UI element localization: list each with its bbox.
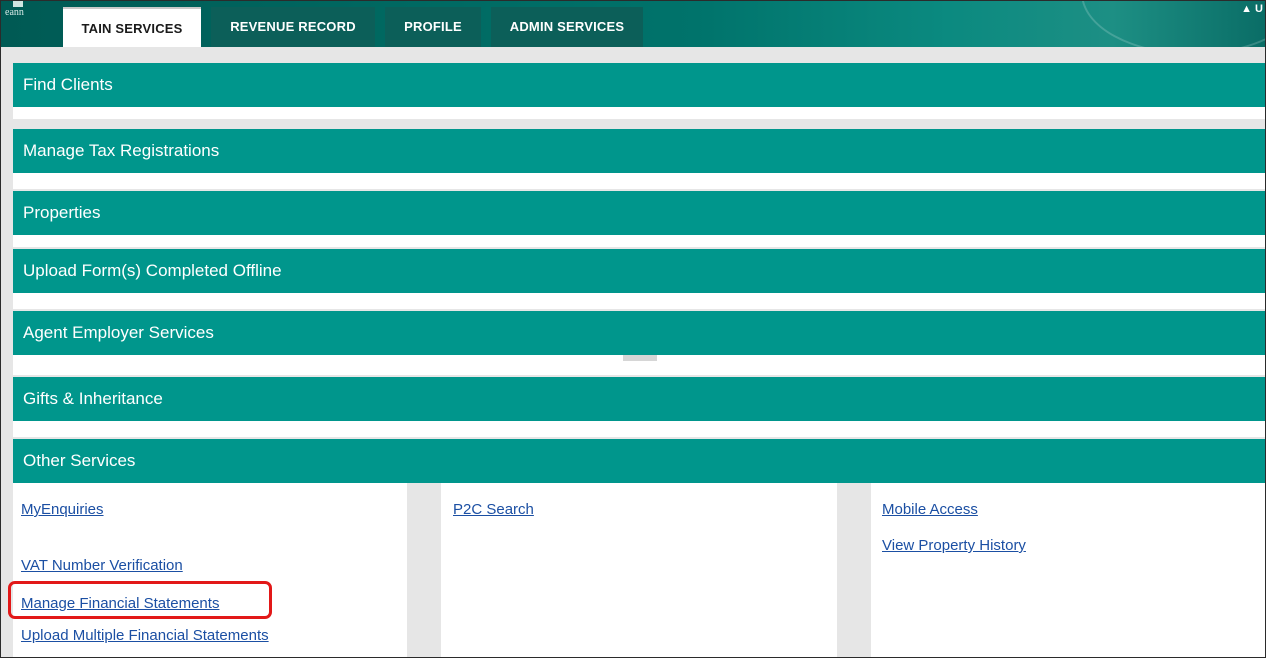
tab-revenue-record[interactable]: REVENUE RECORD bbox=[211, 7, 375, 47]
section-upload-forms-offline[interactable]: Upload Form(s) Completed Offline bbox=[13, 249, 1265, 293]
link-vat-number-verification[interactable]: VAT Number Verification bbox=[21, 557, 183, 574]
link-mobile-access[interactable]: Mobile Access bbox=[882, 501, 978, 518]
section-other-services[interactable]: Other Services bbox=[13, 439, 1265, 483]
section-body bbox=[13, 293, 1265, 309]
services-panel: Find Clients Manage Tax Registrations Pr… bbox=[1, 47, 1265, 657]
tab-profile[interactable]: PROFILE bbox=[385, 7, 481, 47]
user-icon[interactable]: ▲ U bbox=[1241, 3, 1263, 15]
scroll-indicator bbox=[623, 355, 657, 361]
section-properties[interactable]: Properties bbox=[13, 191, 1265, 235]
link-upload-multiple-financial-statements[interactable]: Upload Multiple Financial Statements bbox=[21, 627, 269, 644]
section-gifts-inheritance[interactable]: Gifts & Inheritance bbox=[13, 377, 1265, 421]
top-navigation-bar: eann TAIN SERVICES REVENUE RECORD PROFIL… bbox=[1, 1, 1265, 47]
section-body bbox=[13, 421, 1265, 437]
tab-tain-services[interactable]: TAIN SERVICES bbox=[63, 7, 201, 47]
section-body bbox=[13, 235, 1265, 247]
highlight-box bbox=[8, 581, 272, 619]
section-find-clients[interactable]: Find Clients bbox=[13, 63, 1265, 107]
link-p2c-search[interactable]: P2C Search bbox=[453, 501, 534, 518]
link-view-property-history[interactable]: View Property History bbox=[882, 537, 1026, 554]
tab-admin-services[interactable]: ADMIN SERVICES bbox=[491, 7, 643, 47]
section-agent-employer-services[interactable]: Agent Employer Services bbox=[13, 311, 1265, 355]
logo-text: eann bbox=[5, 7, 24, 18]
section-manage-tax-registrations[interactable]: Manage Tax Registrations bbox=[13, 129, 1265, 173]
decorative-swoosh bbox=[1081, 1, 1265, 47]
section-body bbox=[13, 107, 1265, 119]
section-body bbox=[13, 173, 1265, 189]
link-myenquiries[interactable]: MyEnquiries bbox=[21, 501, 104, 518]
app-window: eann TAIN SERVICES REVENUE RECORD PROFIL… bbox=[0, 0, 1266, 658]
